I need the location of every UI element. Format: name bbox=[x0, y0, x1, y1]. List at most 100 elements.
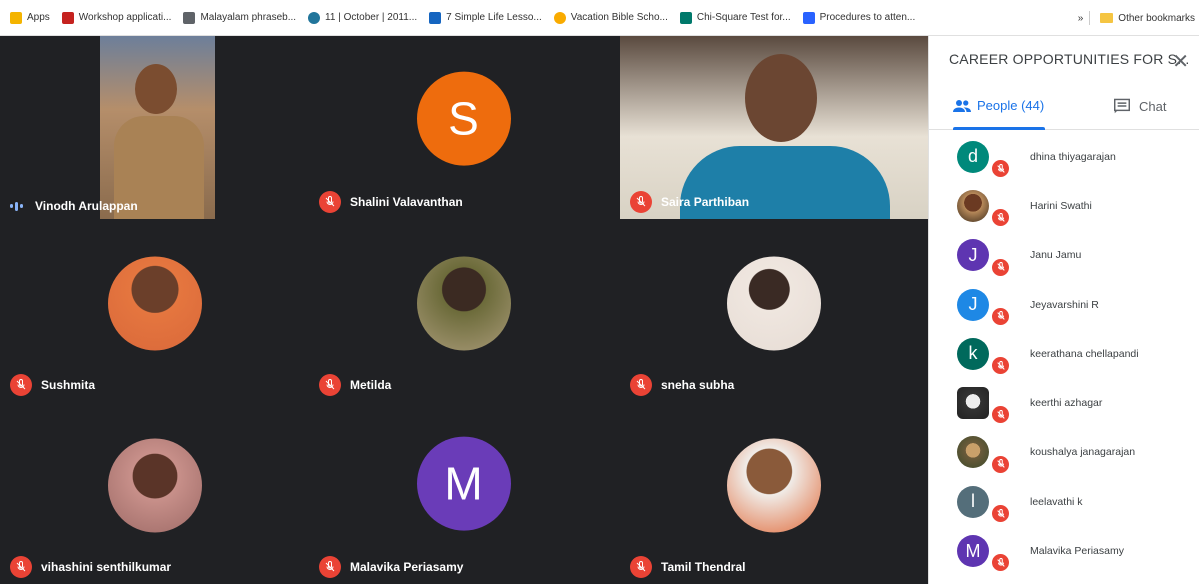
bookmark-chi-square[interactable]: Chi-Square Test for... bbox=[679, 11, 791, 24]
avatar bbox=[727, 255, 821, 350]
mic-off-icon bbox=[10, 374, 32, 396]
mic-off-icon bbox=[319, 556, 341, 578]
bookmark-favicon bbox=[553, 11, 566, 24]
bookmark-favicon bbox=[61, 11, 74, 24]
bookmark-october[interactable]: 11 | October | 2011... bbox=[308, 11, 417, 24]
participant-name: Metilda bbox=[350, 378, 392, 392]
mic-off-icon bbox=[990, 256, 1011, 278]
bookmark-favicon bbox=[802, 11, 815, 24]
participant-name: Jeyavarshini R bbox=[1030, 298, 1099, 311]
mic-off-icon bbox=[10, 556, 32, 578]
bookmarks-overflow: » Other bookmarks bbox=[1069, 0, 1195, 35]
folder-icon bbox=[1100, 13, 1114, 23]
mic-off-icon bbox=[319, 374, 341, 396]
list-item[interactable]: d dhina thiyagarajan bbox=[929, 132, 1199, 181]
participant-tile[interactable]: Tamil Thendral bbox=[620, 402, 928, 584]
mic-off-icon bbox=[990, 305, 1011, 327]
mic-off-icon bbox=[990, 453, 1011, 475]
wordpress-icon bbox=[308, 11, 321, 24]
bookmark-favicon bbox=[679, 11, 692, 24]
participant-name: koushalya janagarajan bbox=[1030, 446, 1136, 459]
bookmark-workshop[interactable]: Workshop applicati... bbox=[61, 11, 171, 24]
more-bookmarks-button[interactable]: » bbox=[1078, 13, 1084, 24]
participant-tile[interactable]: Vinodh Arulappan bbox=[0, 36, 309, 219]
avatar bbox=[957, 189, 989, 222]
bookmark-malayalam[interactable]: Malayalam phraseb... bbox=[183, 11, 296, 24]
participant-name: keerathana chellapandi bbox=[1030, 347, 1139, 360]
participant-name: Vinodh Arulappan bbox=[35, 199, 138, 213]
avatar: M bbox=[957, 535, 989, 568]
mic-off-icon bbox=[990, 207, 1011, 229]
chat-icon bbox=[1114, 98, 1130, 114]
participant-name: Tamil Thendral bbox=[661, 560, 746, 574]
bookmark-favicon bbox=[183, 11, 196, 24]
avatar bbox=[727, 438, 821, 533]
avatar bbox=[957, 387, 989, 420]
list-item[interactable]: k keerathana chellapandi bbox=[929, 329, 1199, 378]
avatar: d bbox=[957, 140, 989, 173]
participant-name: vihashini senthilkumar bbox=[41, 560, 172, 574]
participant-name: dhina thiyagarajan bbox=[1030, 150, 1116, 163]
participant-name: Saira Parthiban bbox=[661, 195, 750, 209]
participant-tile[interactable]: Sushmita bbox=[0, 219, 309, 402]
people-icon bbox=[953, 99, 971, 112]
bookmark-favicon bbox=[429, 11, 442, 24]
list-item[interactable]: koushalya janagarajan bbox=[929, 428, 1199, 477]
list-item[interactable]: keerthi azhagar bbox=[929, 378, 1199, 427]
avatar bbox=[416, 255, 511, 350]
avatar: S bbox=[416, 71, 511, 166]
mic-off-icon bbox=[630, 191, 652, 213]
meeting-details-panel: CAREER OPPORTUNITIES FOR S... ✕ People (… bbox=[928, 36, 1199, 584]
participant-name: leelavathi k bbox=[1030, 495, 1083, 508]
participant-tile[interactable]: M Malavika Periasamy bbox=[309, 402, 618, 584]
mic-off-icon bbox=[990, 404, 1011, 426]
participant-tile[interactable]: Metilda bbox=[309, 219, 618, 402]
video-feed bbox=[100, 36, 215, 219]
list-item[interactable]: J Jeyavarshini R bbox=[929, 280, 1199, 329]
avatar bbox=[957, 436, 989, 469]
tab-chat[interactable]: Chat bbox=[1113, 98, 1166, 114]
avatar: k bbox=[957, 337, 989, 370]
participant-name: Malavika Periasamy bbox=[1030, 545, 1124, 558]
bookmark-life-lessons[interactable]: 7 Simple Life Lesso... bbox=[429, 11, 542, 24]
meeting-title: CAREER OPPORTUNITIES FOR S... bbox=[949, 51, 1190, 67]
avatar bbox=[107, 255, 202, 350]
mic-off-icon bbox=[630, 374, 652, 396]
close-icon[interactable]: ✕ bbox=[1172, 49, 1189, 74]
list-item[interactable]: l leelavathi k bbox=[929, 477, 1199, 526]
mic-off-icon bbox=[990, 158, 1011, 179]
mic-off-icon bbox=[630, 556, 652, 578]
mic-off-icon bbox=[990, 503, 1011, 525]
mic-off-icon bbox=[990, 552, 1011, 574]
list-item[interactable]: J Janu Jamu bbox=[929, 231, 1199, 280]
participant-tile[interactable]: sneha subha bbox=[620, 219, 928, 402]
other-bookmarks[interactable]: Other bookmarks bbox=[1118, 13, 1195, 24]
bookmark-apps[interactable]: Apps bbox=[10, 11, 50, 24]
meeting-grid: Vinodh Arulappan S Shalini Valavanthan S… bbox=[0, 36, 928, 584]
list-item[interactable]: M Malavika Periasamy bbox=[929, 526, 1199, 575]
list-item[interactable]: Harini Swathi bbox=[929, 181, 1199, 230]
people-list: d dhina thiyagarajan Harini Swathi J Jan… bbox=[929, 132, 1199, 576]
tab-people[interactable]: People (44) bbox=[953, 98, 1044, 113]
participant-tile[interactable]: Saira Parthiban bbox=[620, 36, 928, 219]
mic-off-icon bbox=[319, 191, 341, 213]
bookmark-procedures[interactable]: Procedures to atten... bbox=[802, 11, 915, 24]
bookmarks-bar: Apps Workshop applicati... Malayalam phr… bbox=[0, 0, 1199, 36]
participant-name: sneha subha bbox=[661, 378, 735, 392]
bookmark-vacation-bible[interactable]: Vacation Bible Scho... bbox=[553, 11, 668, 24]
mic-off-icon bbox=[990, 355, 1011, 377]
participant-name: keerthi azhagar bbox=[1030, 397, 1103, 410]
divider bbox=[1089, 11, 1091, 25]
avatar: l bbox=[957, 485, 989, 518]
avatar bbox=[107, 438, 202, 533]
avatar: M bbox=[416, 436, 511, 531]
participant-name: Sushmita bbox=[41, 378, 96, 392]
speaking-indicator-icon bbox=[10, 201, 25, 211]
participant-tile[interactable]: vihashini senthilkumar bbox=[0, 402, 309, 584]
avatar: J bbox=[957, 288, 989, 321]
participant-name: Janu Jamu bbox=[1030, 249, 1082, 262]
participant-tile[interactable]: S Shalini Valavanthan bbox=[309, 36, 618, 219]
avatar: J bbox=[957, 239, 989, 272]
active-tab-indicator bbox=[953, 127, 1045, 130]
apps-grid-icon bbox=[10, 11, 22, 24]
